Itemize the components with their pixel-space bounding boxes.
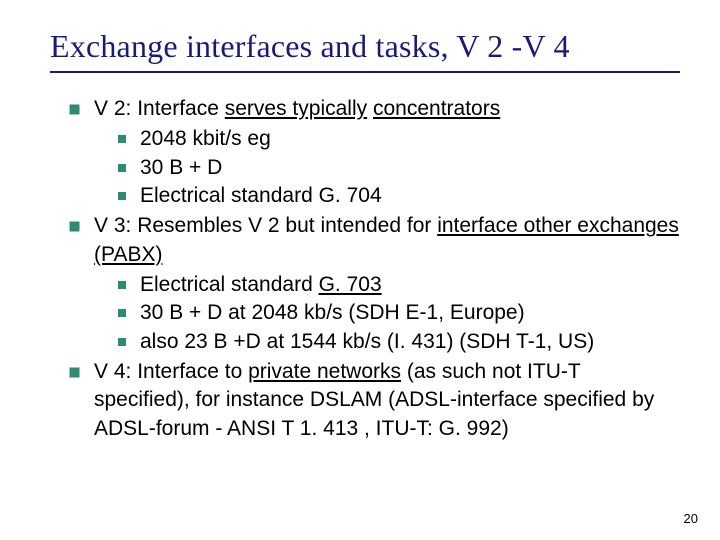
text-run: 30 B + D [140, 156, 222, 179]
page-number: 20 [684, 511, 698, 526]
text-run: concentrators [373, 97, 500, 120]
sub-list: Electrical standard G. 70330 B + D at 20… [94, 271, 680, 356]
text-run: V 2: Interface [94, 97, 225, 120]
slide-title: Exchange interfaces and tasks, V 2 -V 4 [50, 28, 680, 65]
text-run: serves typically [225, 97, 367, 120]
bullet-list: V 2: Interface serves typically concentr… [50, 95, 680, 443]
list-item: also 23 B +D at 1544 kb/s (I. 431) (SDH … [118, 328, 680, 356]
text-run: private networks [248, 360, 401, 383]
text-run: also 23 B +D at 1544 kb/s (I. 431) (SDH … [140, 330, 594, 353]
text-run: 2048 kbit/s eg [140, 127, 271, 150]
sub-list: 2048 kbit/s eg 30 B + D Electrical standar… [94, 125, 680, 210]
list-item: V 4: Interface to private networks (as s… [70, 358, 680, 443]
list-item: V 2: Interface serves typically concentr… [70, 95, 680, 210]
list-item: 30 B + D at 2048 kb/s (SDH E-1, Europe) [118, 299, 680, 327]
list-item: 30 B + D [118, 154, 680, 182]
list-item: Electrical standard G. 704 [118, 182, 680, 210]
slide: Exchange interfaces and tasks, V 2 -V 4 … [0, 0, 720, 540]
text-run: V 4: Interface to [94, 360, 248, 383]
text-run: Electrical standard G. 704 [140, 184, 382, 207]
text-run: G. 703 [319, 273, 382, 296]
list-item: 2048 kbit/s eg [118, 125, 680, 153]
text-run: Electrical standard [140, 273, 319, 296]
text-run: 30 B + D at 2048 kb/s (SDH E-1, Europe) [140, 301, 525, 324]
title-underline [50, 71, 680, 73]
text-run: V 3: Resembles V 2 but intended for [94, 214, 437, 237]
list-item: V 3: Resembles V 2 but intended for inte… [70, 212, 680, 356]
list-item: Electrical standard G. 703 [118, 271, 680, 299]
